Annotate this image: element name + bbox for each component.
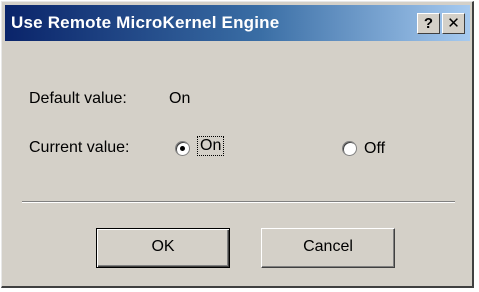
close-icon: ✕ (447, 15, 460, 32)
ok-button[interactable]: OK (96, 228, 230, 268)
current-value-label: Current value: (29, 139, 130, 156)
help-button[interactable]: ? (417, 13, 440, 34)
dialog-window: Use Remote MicroKernel Engine ? ✕ Defaul… (1, 1, 474, 288)
question-mark-icon: ? (423, 15, 434, 32)
radio-on[interactable] (175, 141, 190, 156)
radio-off[interactable] (342, 141, 357, 156)
title-bar[interactable]: Use Remote MicroKernel Engine ? ✕ (5, 5, 470, 41)
radio-off-label[interactable]: Off (364, 140, 385, 158)
radio-selected-dot (180, 146, 185, 151)
cancel-button[interactable]: Cancel (261, 228, 395, 268)
radio-on-label[interactable]: On (197, 136, 225, 156)
default-value-text: On (169, 90, 191, 107)
dialog-title: Use Remote MicroKernel Engine (11, 13, 280, 32)
separator (22, 201, 455, 203)
close-button[interactable]: ✕ (442, 13, 465, 34)
default-value-label: Default value: (29, 90, 127, 107)
